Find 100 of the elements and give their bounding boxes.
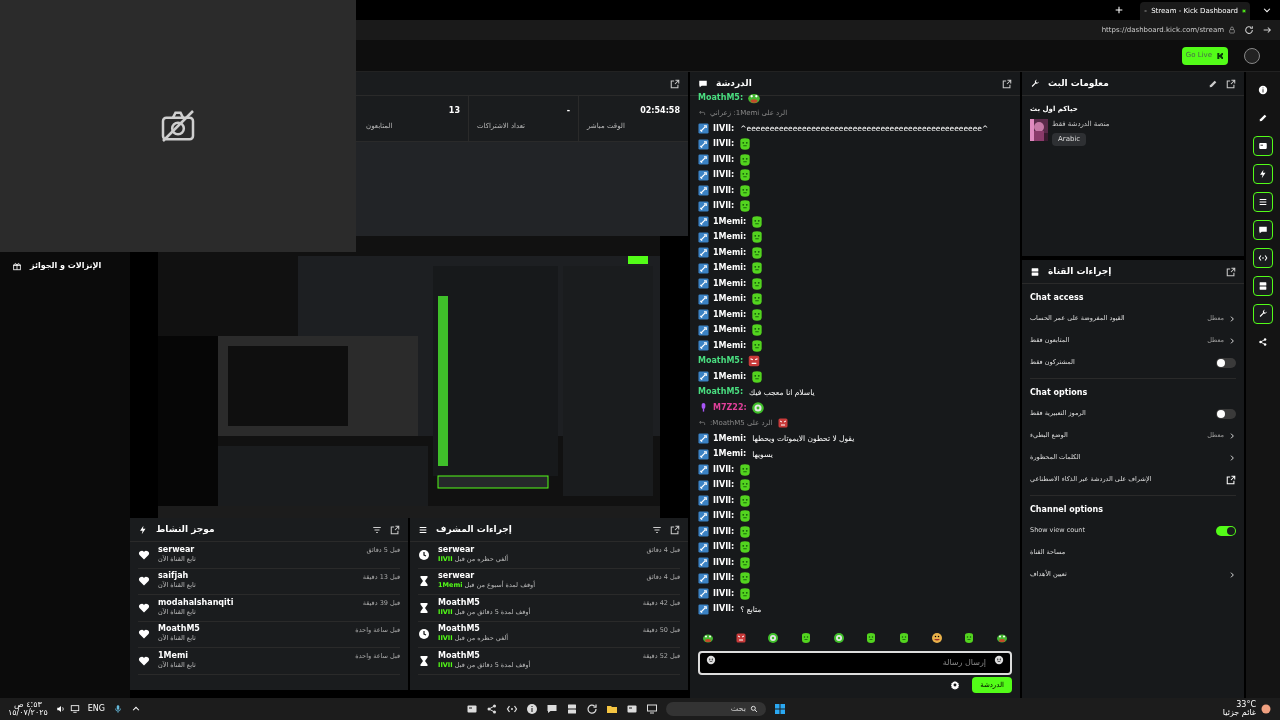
chat-username[interactable]: MoathM5: bbox=[698, 93, 744, 102]
speaker-icon[interactable] bbox=[55, 704, 66, 714]
chat-username[interactable]: 1Memi: bbox=[713, 248, 747, 257]
chat-username[interactable]: MoathM5: bbox=[698, 357, 744, 366]
chat-username[interactable]: IIVII: bbox=[713, 171, 735, 180]
filter-icon[interactable] bbox=[652, 524, 662, 535]
app-icon[interactable] bbox=[526, 703, 538, 715]
moderator-badge-icon bbox=[698, 138, 709, 150]
search-field[interactable]: بحث bbox=[666, 702, 766, 716]
chat-username[interactable]: 1Memi: bbox=[713, 310, 747, 319]
emote-icon[interactable] bbox=[865, 632, 878, 644]
chat-username[interactable]: IIVII: bbox=[713, 605, 735, 614]
chat-icon bbox=[1258, 225, 1268, 235]
message-input-field[interactable]: إرسال رسالة bbox=[698, 650, 1012, 675]
popout-icon[interactable] bbox=[1002, 78, 1012, 89]
start-icon[interactable] bbox=[774, 703, 786, 715]
rail-button[interactable] bbox=[1253, 164, 1273, 184]
weather-icon[interactable] bbox=[1260, 703, 1272, 715]
emoji-icon[interactable] bbox=[994, 655, 1004, 665]
chat-username[interactable]: IIVII: bbox=[713, 481, 735, 490]
rail-button[interactable] bbox=[1253, 220, 1273, 240]
chat-username[interactable]: M7Z22: bbox=[713, 403, 747, 412]
app-icon[interactable] bbox=[466, 703, 478, 715]
caret-icon[interactable] bbox=[131, 704, 141, 714]
emote-icon[interactable] bbox=[897, 632, 910, 644]
rail-button[interactable] bbox=[1253, 304, 1273, 324]
emote-icon[interactable] bbox=[963, 632, 976, 644]
new-tab-icon[interactable] bbox=[1114, 5, 1124, 15]
popout-icon[interactable] bbox=[670, 78, 680, 89]
chat-username[interactable]: IIVII: bbox=[713, 574, 735, 583]
chat-username[interactable]: 1Memi: bbox=[713, 279, 747, 288]
chat-username[interactable]: IIVII: bbox=[713, 512, 735, 521]
monitor-icon[interactable] bbox=[69, 704, 80, 714]
language-indicator[interactable]: ENG bbox=[87, 703, 105, 715]
rail-button[interactable] bbox=[1253, 276, 1273, 296]
rail-button[interactable] bbox=[1253, 136, 1273, 156]
emote-icon[interactable] bbox=[799, 632, 812, 644]
chat-username[interactable]: IIVII: bbox=[713, 124, 735, 133]
emote-icon[interactable] bbox=[767, 632, 780, 644]
filter-icon[interactable] bbox=[372, 524, 382, 535]
settings-icon[interactable] bbox=[950, 680, 961, 690]
forward-icon[interactable] bbox=[1262, 25, 1272, 35]
rail-button[interactable] bbox=[1253, 248, 1273, 268]
popout-icon[interactable] bbox=[390, 524, 400, 535]
chat-username[interactable]: IIVII: bbox=[713, 527, 735, 536]
emote-icon[interactable] bbox=[930, 632, 943, 644]
chat-username[interactable]: IIVII: bbox=[713, 543, 735, 552]
chat-username[interactable]: 1Memi: bbox=[713, 341, 747, 350]
stat-value: - bbox=[566, 105, 570, 118]
chat-username[interactable]: 1Memi: bbox=[713, 217, 747, 226]
popout-icon[interactable] bbox=[1226, 78, 1236, 89]
chat-username[interactable]: IIVII: bbox=[713, 155, 735, 164]
toggle-switch[interactable] bbox=[1216, 526, 1236, 536]
tab-list-icon[interactable] bbox=[1262, 5, 1272, 15]
app-icon[interactable] bbox=[626, 703, 638, 715]
chat-username[interactable]: IIVII: bbox=[713, 465, 735, 474]
app-icon[interactable] bbox=[506, 703, 518, 715]
chat-username[interactable]: 1Memi: bbox=[713, 233, 747, 242]
popout-icon[interactable] bbox=[1226, 266, 1236, 277]
chevron-icon bbox=[1228, 315, 1236, 323]
emoji-icon[interactable] bbox=[706, 655, 716, 665]
toggle-switch[interactable] bbox=[1216, 358, 1236, 368]
edit-icon[interactable] bbox=[1208, 78, 1218, 89]
sidebar-item[interactable]: الإنزالات و الجوائز bbox=[12, 260, 118, 272]
chat-username[interactable]: MoathM5: bbox=[698, 388, 744, 397]
emote-icon[interactable] bbox=[702, 632, 714, 644]
chat-username[interactable]: IIVII: bbox=[713, 496, 735, 505]
chat-username[interactable]: IIVII: bbox=[713, 558, 735, 567]
chat-username[interactable]: 1Memi: bbox=[713, 326, 747, 335]
chat-username[interactable]: 1Memi: bbox=[713, 434, 747, 443]
microphone-icon[interactable] bbox=[113, 704, 123, 714]
avatar[interactable] bbox=[1244, 47, 1260, 64]
chat-username[interactable]: 1Memi: bbox=[713, 264, 747, 273]
emote-icon[interactable] bbox=[995, 632, 1008, 644]
rail-button[interactable] bbox=[1253, 192, 1273, 212]
toggle-switch[interactable] bbox=[1216, 409, 1236, 419]
emote-icon bbox=[738, 524, 753, 539]
popout-icon[interactable] bbox=[670, 524, 680, 535]
app-icon[interactable] bbox=[646, 703, 658, 715]
chat-username[interactable]: IIVII: bbox=[713, 140, 735, 149]
chevron-icon bbox=[1228, 454, 1236, 462]
chat-username[interactable]: IIVII: bbox=[713, 202, 735, 211]
panel-title: إجراءات المشرف bbox=[436, 522, 512, 537]
chat-app-icon[interactable] bbox=[546, 703, 558, 715]
chat-username[interactable]: 1Memi: bbox=[713, 450, 747, 459]
chat-username[interactable]: 1Memi: bbox=[713, 372, 747, 381]
search-icon bbox=[750, 705, 758, 713]
app-icon[interactable] bbox=[486, 703, 498, 715]
browser-icon[interactable] bbox=[586, 703, 598, 715]
reload-icon[interactable] bbox=[1244, 25, 1254, 35]
emote-icon[interactable] bbox=[832, 632, 845, 644]
chat-username[interactable]: IIVII: bbox=[713, 589, 735, 598]
chat-username[interactable]: 1Memi: bbox=[713, 295, 747, 304]
app-icon[interactable] bbox=[566, 703, 578, 715]
folder-icon[interactable] bbox=[606, 703, 618, 715]
chat-username[interactable]: IIVII: bbox=[713, 186, 735, 195]
emote-icon[interactable] bbox=[734, 632, 747, 644]
wrench-icon bbox=[1258, 309, 1268, 319]
emote-icon bbox=[738, 586, 753, 601]
moderator-badge-icon bbox=[698, 371, 709, 383]
